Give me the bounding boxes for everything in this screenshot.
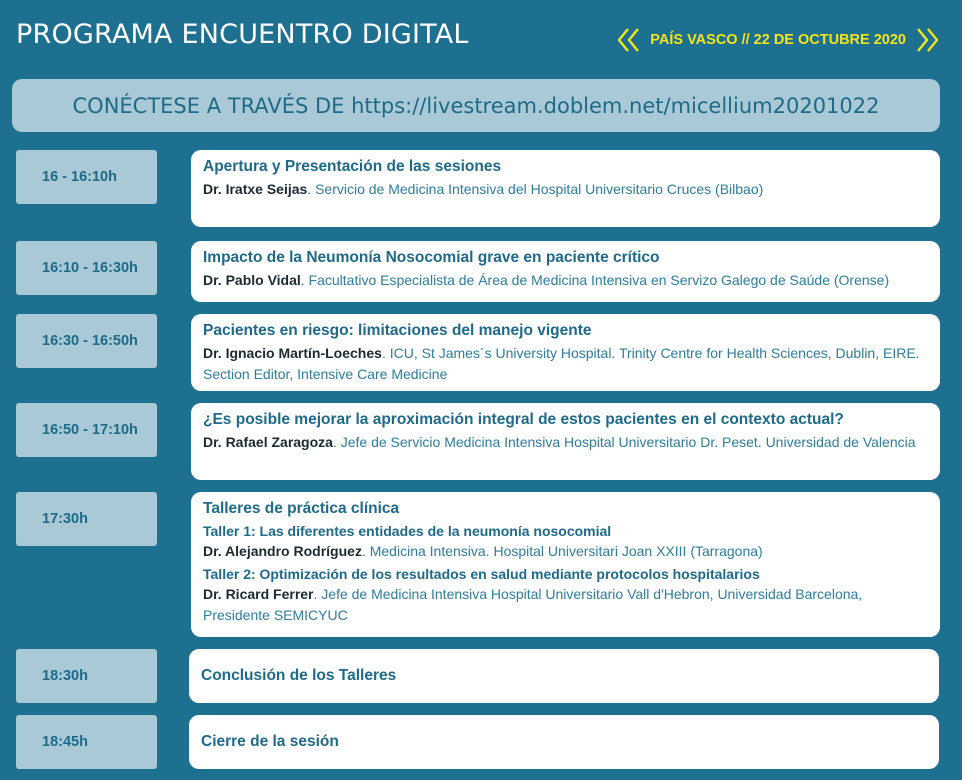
session-card: Cierre de la sesión xyxy=(189,715,939,769)
session-time: 16:30 - 16:50h xyxy=(16,314,157,368)
speaker-name: Dr. Iratxe Seijas xyxy=(203,181,308,197)
session-title: Conclusión de los Talleres xyxy=(201,667,397,684)
speaker-affiliation: . ICU, St James´s University Hospital. T… xyxy=(381,345,920,361)
livestream-banner[interactable]: CONÉCTESE A TRAVÉS DE https://livestream… xyxy=(12,79,940,132)
workshop-title: Taller 1: Las diferentes entidades de la… xyxy=(203,523,612,539)
session-speaker-line: Dr. Alejandro Rodríguez. Medicina Intens… xyxy=(203,541,928,562)
session-card: Talleres de práctica clínica Taller 1: L… xyxy=(191,492,940,637)
speaker-name: Dr. Ignacio Martín-Loeches xyxy=(203,345,382,361)
workshop-title: Taller 2: Optimización de los resultados… xyxy=(203,566,760,582)
session-speaker-line: Dr. Pablo Vidal. Facultativo Especialist… xyxy=(203,270,928,291)
speaker-name: Dr. Rafael Zaragoza xyxy=(203,434,333,450)
speaker-name: Dr. Ricard Ferrer xyxy=(203,586,314,602)
speaker-affiliation: . Jefe de Medicina Intensiva Hospital Un… xyxy=(313,586,863,602)
speaker-affiliation-continued: Section Editor, Intensive Care Medicine xyxy=(203,366,448,382)
session-title: Cierre de la sesión xyxy=(201,733,339,750)
page-title: PROGRAMA ENCUENTRO DIGITAL xyxy=(16,19,469,50)
session-card: Impacto de la Neumonía Nosocomial grave … xyxy=(191,241,940,302)
session-speaker-line: Dr. Iratxe Seijas. Servicio de Medicina … xyxy=(203,179,928,200)
session-title: Apertura y Presentación de las sesiones xyxy=(203,158,502,175)
speaker-affiliation: . Servicio de Medicina Intensiva del Hos… xyxy=(307,181,764,197)
event-location-date: PAÍS VASCO // 22 DE OCTUBRE 2020 xyxy=(650,32,906,48)
session-speaker-line: Dr. Ricard Ferrer. Jefe de Medicina Inte… xyxy=(203,584,928,605)
session-time: 18:30h xyxy=(16,649,157,703)
session-card: Pacientes en riesgo: limitaciones del ma… xyxy=(191,314,940,391)
double-chevron-right-icon xyxy=(917,28,939,52)
session-time: 17:30h xyxy=(16,492,157,546)
session-title: Talleres de práctica clínica xyxy=(203,500,400,517)
session-card: ¿Es posible mejorar la aproximación inte… xyxy=(191,403,940,480)
speaker-affiliation-continued: Presidente SEMICYUC xyxy=(203,607,348,623)
session-time: 16:50 - 17:10h xyxy=(16,403,157,457)
session-time: 16:10 - 16:30h xyxy=(16,241,157,295)
session-speaker-line: Dr. Ignacio Martín-Loeches. ICU, St Jame… xyxy=(203,343,928,364)
event-meta: PAÍS VASCO // 22 DE OCTUBRE 2020 xyxy=(616,26,940,54)
livestream-link[interactable]: CONÉCTESE A TRAVÉS DE https://livestream… xyxy=(73,94,880,118)
session-title: Impacto de la Neumonía Nosocomial grave … xyxy=(203,249,660,266)
speaker-affiliation: . Medicina Intensiva. Hospital Universit… xyxy=(361,543,763,559)
session-card: Conclusión de los Talleres xyxy=(189,649,939,703)
session-speaker-line: Dr. Rafael Zaragoza. Jefe de Servicio Me… xyxy=(203,432,928,453)
speaker-name: Dr. Alejandro Rodríguez xyxy=(203,543,362,559)
session-time: 18:45h xyxy=(16,715,157,769)
double-chevron-left-icon xyxy=(617,28,640,52)
speaker-affiliation: . Jefe de Servicio Medicina Intensiva Ho… xyxy=(332,434,916,450)
session-card: Apertura y Presentación de las sesiones … xyxy=(191,150,940,227)
session-title: ¿Es posible mejorar la aproximación inte… xyxy=(203,411,844,428)
speaker-name: Dr. Pablo Vidal xyxy=(203,272,301,288)
session-title: Pacientes en riesgo: limitaciones del ma… xyxy=(203,322,592,339)
speaker-affiliation: . Facultativo Especialista de Área de Me… xyxy=(300,272,890,288)
session-time: 16 - 16:10h xyxy=(16,150,157,204)
